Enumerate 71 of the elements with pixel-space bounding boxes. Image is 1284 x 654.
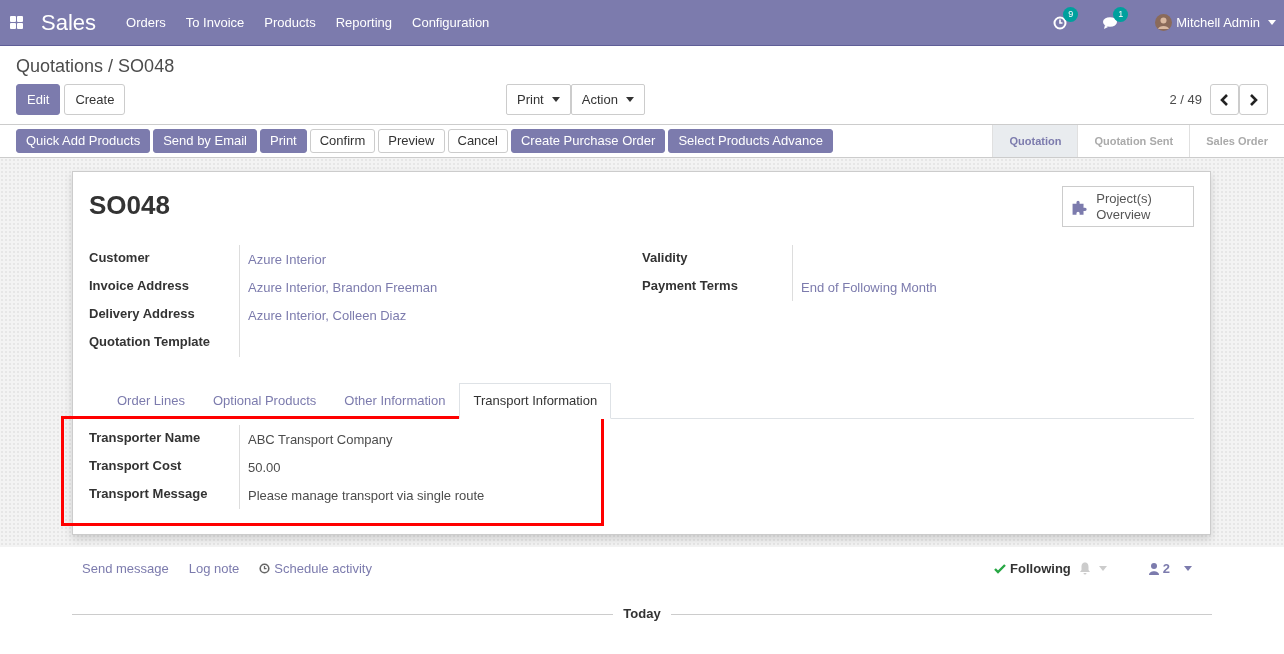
dropdown-button[interactable]: Action <box>570 83 645 116</box>
activity-count-badge: 9 <box>1063 6 1079 23</box>
breadcrumb-current: SO048 <box>118 56 175 76</box>
field-value[interactable]: Azure Interior, Brandon Freeman <box>248 280 438 296</box>
pager-value: 2 / 49 <box>1169 90 1202 109</box>
record-title: SO048 <box>89 190 170 222</box>
field-label: Invoice Address <box>89 277 190 296</box>
dropdown-button[interactable]: Print <box>506 83 571 116</box>
breadcrumb-link[interactable]: Quotations <box>16 56 104 76</box>
previous-button[interactable] <box>1210 83 1239 116</box>
field-value: ABC Transport Company <box>248 431 393 447</box>
check-icon <box>994 563 1007 574</box>
statusbar-button[interactable]: Send by Email <box>153 129 257 153</box>
next-button[interactable] <box>1239 83 1268 116</box>
statusbar-button[interactable]: Create Purchase Order <box>510 129 666 153</box>
menu-item[interactable]: Configuration <box>412 12 490 33</box>
chatter-link[interactable]: Send message <box>82 558 169 579</box>
statusbar-button[interactable]: Preview <box>378 129 445 153</box>
projects-overview-button[interactable]: Project(s) Overview <box>1062 186 1194 228</box>
chatter-link[interactable]: Log note <box>188 558 240 579</box>
chat-bubbles-icon[interactable] <box>1103 16 1120 30</box>
field-value: Please manage transport via single route <box>248 487 485 503</box>
form-tab[interactable]: Optional Products <box>198 383 331 419</box>
caret-icon <box>551 96 560 102</box>
statusbar-button[interactable]: Confirm <box>309 129 376 153</box>
menu-item[interactable]: Reporting <box>335 12 392 33</box>
form-tab[interactable]: Transport Information <box>459 383 612 419</box>
user-menu[interactable]: Mitchell Admin <box>1155 12 1276 33</box>
form-tab[interactable]: Other Information <box>330 383 460 419</box>
field-label: Transport Cost <box>89 456 183 475</box>
statusbar-button[interactable]: Select Products Advance <box>668 129 833 153</box>
status-stage[interactable]: Quotation <box>992 125 1078 158</box>
form-tab[interactable]: Order Lines <box>103 383 199 419</box>
menu-item[interactable]: To Invoice <box>185 12 245 33</box>
followers-button[interactable]: 2 <box>1148 558 1170 579</box>
field-label: Delivery Address <box>89 305 196 324</box>
field-value[interactable]: Azure Interior, Colleen Diaz <box>248 308 407 324</box>
breadcrumb-separator: / <box>108 56 114 76</box>
app-title[interactable]: Sales <box>41 6 97 39</box>
avatar-icon <box>1155 14 1173 31</box>
caret-icon[interactable] <box>1184 566 1192 572</box>
field-value: 50.00 <box>248 459 281 475</box>
chevron-right-icon <box>1249 94 1258 107</box>
following-button[interactable]: Following <box>994 558 1071 579</box>
chevron-left-icon <box>1220 94 1229 107</box>
field-label: Payment Terms <box>642 277 739 296</box>
field-label: Transporter Name <box>89 428 202 447</box>
menu-item[interactable]: Products <box>264 12 316 33</box>
form-button[interactable]: Edit <box>16 83 61 116</box>
statusbar-button[interactable]: Print <box>260 129 307 153</box>
chatter-link[interactable]: Schedule activity <box>259 558 372 579</box>
menu-item[interactable]: Orders <box>126 12 166 33</box>
status-stage[interactable]: Quotation Sent <box>1077 125 1190 158</box>
clock-icon <box>259 563 271 575</box>
date-divider-label: Today <box>623 605 661 624</box>
form-button[interactable]: Create <box>64 83 126 116</box>
field-label: Transport Message <box>89 484 209 503</box>
person-icon <box>1148 562 1159 575</box>
field-label: Validity <box>642 249 689 268</box>
status-stage[interactable]: Sales Order <box>1189 125 1284 158</box>
field-label: Quotation Template <box>89 333 212 352</box>
message-count-badge: 1 <box>1113 6 1129 23</box>
caret-icon <box>1268 20 1276 25</box>
statusbar-button[interactable]: Quick Add Products <box>16 129 151 153</box>
statusbar-button[interactable]: Cancel <box>447 129 508 153</box>
field-value[interactable]: End of Following Month <box>801 280 937 296</box>
apps-menu-icon[interactable] <box>10 16 23 29</box>
field-label: Customer <box>89 249 151 268</box>
clock-icon[interactable] <box>1053 16 1068 31</box>
caret-icon <box>625 96 634 102</box>
field-value[interactable]: Azure Interior <box>248 252 327 268</box>
